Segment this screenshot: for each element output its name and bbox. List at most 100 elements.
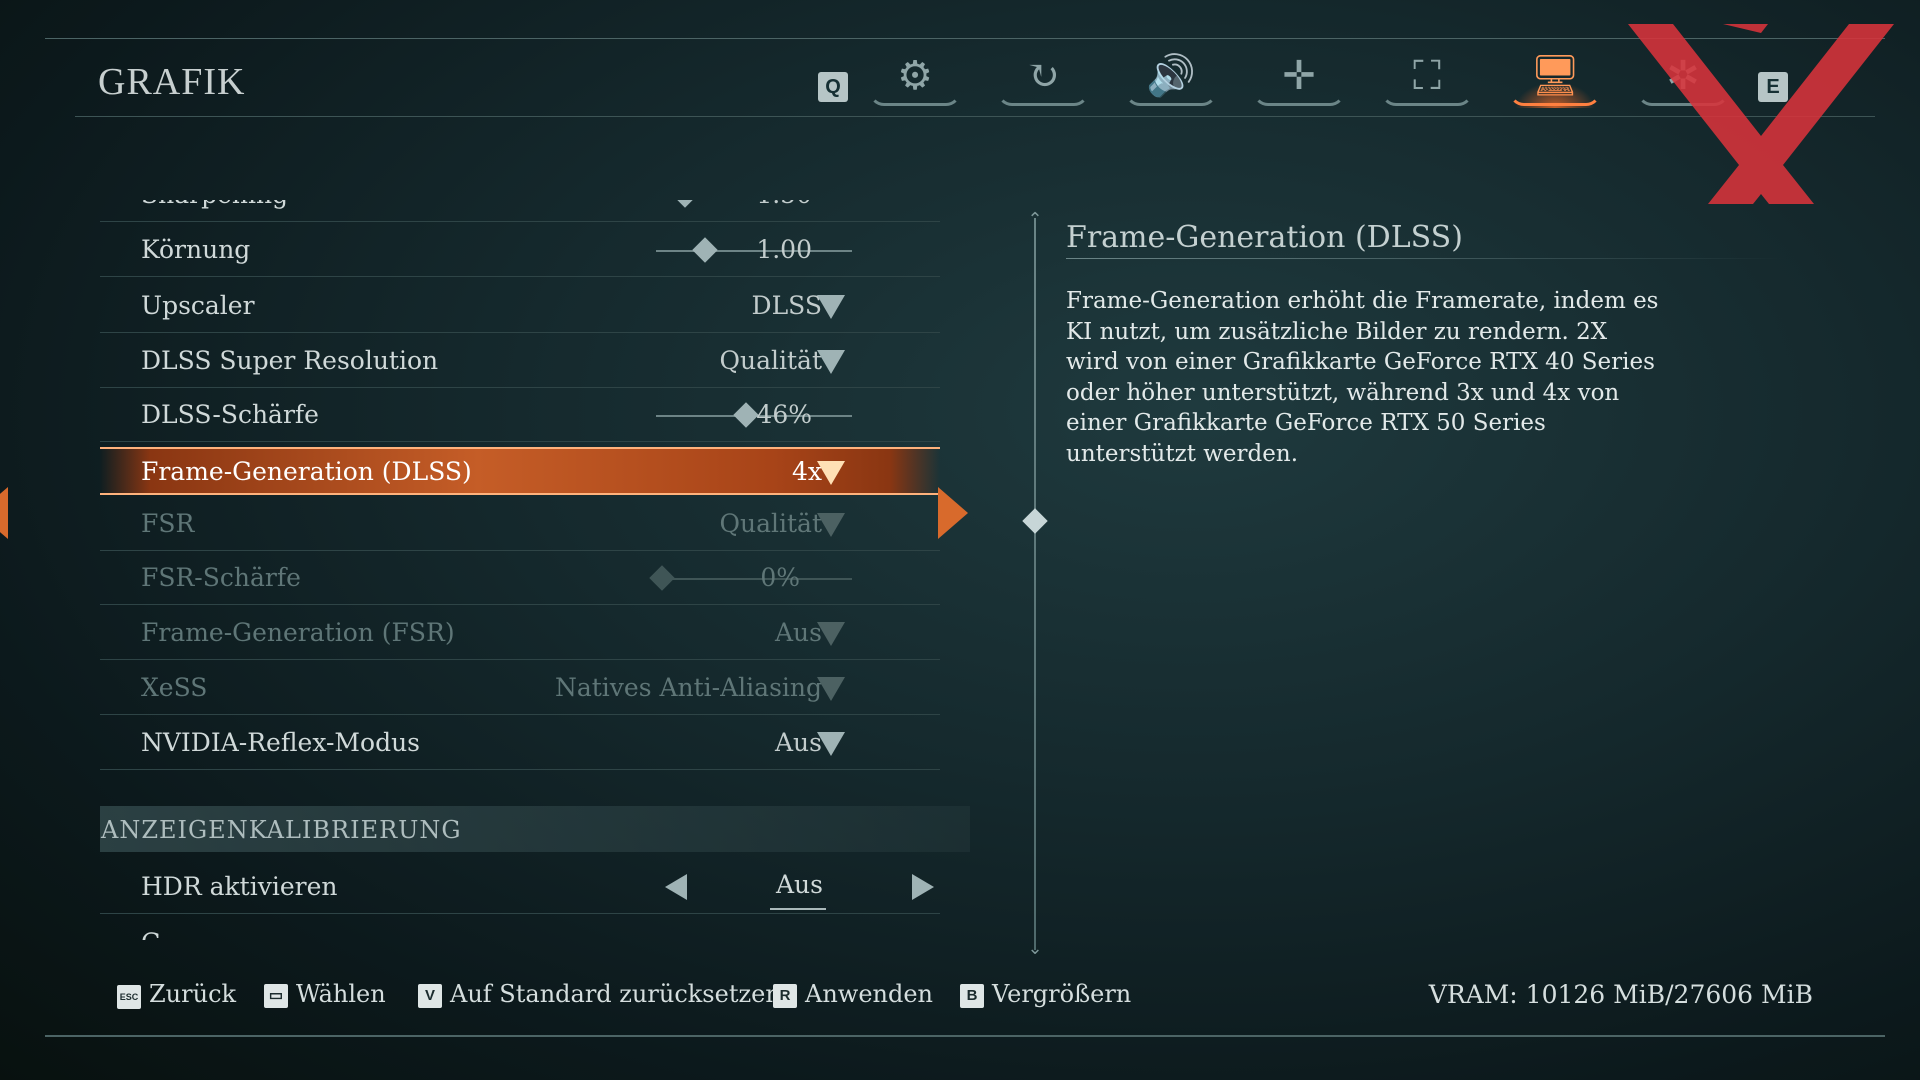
footer-bar: ESC Zurück ▭ Wählen V Auf Standard zurückse… — [0, 980, 1920, 1020]
setting-label: NVIDIA-Reflex-Modus — [141, 728, 421, 757]
setting-row-upscaler[interactable]: Upscaler DLSS — [100, 279, 940, 333]
gear-icon: ⚙ — [897, 53, 933, 99]
setting-label: Sharpening — [141, 200, 288, 209]
tab-audio[interactable]: 🔊 — [1121, 50, 1221, 108]
setting-value: DLSS — [751, 291, 822, 320]
setting-label: DLSS Super Resolution — [141, 346, 439, 375]
setting-label: FSR — [141, 509, 195, 538]
zoom-button[interactable]: B Vergrößern — [960, 980, 1131, 1008]
setting-value: Aus — [776, 870, 823, 899]
setting-value: 1.00 — [756, 235, 812, 264]
v-key-icon: V — [418, 984, 442, 1008]
watermark-logo — [1628, 24, 1894, 204]
tab-prev-key-hint[interactable]: Q — [818, 72, 848, 102]
setting-row-sharpening[interactable]: Sharpening 1.50 — [100, 200, 940, 222]
tab-gameplay[interactable]: ↻ — [993, 50, 1093, 108]
setting-label: XeSS — [141, 673, 208, 702]
dlss-schaerfe-slider[interactable] — [656, 402, 852, 428]
setting-value: 1.50 — [756, 200, 812, 209]
speaker-icon: 🔊 — [1146, 53, 1196, 99]
option-indicator — [770, 908, 826, 910]
settings-list: Sharpening 1.50 Körnung 1.00 Upscaler DL… — [100, 200, 970, 940]
setting-row-koernung[interactable]: Körnung 1.00 — [100, 223, 940, 277]
section-header-anzeigenkalibrierung: ANZEIGENKALIBRIERUNG — [100, 806, 970, 852]
setting-row-hdr[interactable]: HDR aktivieren Aus — [100, 860, 940, 914]
dropdown-arrow-icon[interactable] — [817, 350, 845, 374]
move-cross-icon: ✛ — [1282, 53, 1316, 99]
setting-row-fsr: FSR Qualität — [100, 497, 940, 551]
setting-value: 46% — [756, 400, 812, 429]
r-key-icon: R — [773, 984, 797, 1008]
dropdown-arrow-icon[interactable] — [817, 461, 845, 485]
description-divider — [1066, 258, 1786, 259]
diamond-ornament-icon — [1022, 508, 1048, 534]
setting-value: Aus — [775, 618, 822, 647]
vram-readout: VRAM: 10126 MiB/27606 MiB — [1428, 980, 1813, 1009]
setting-label: DLSS-Schärfe — [141, 400, 319, 429]
setting-label: Körnung — [141, 235, 251, 264]
setting-value: Qualität — [719, 509, 823, 538]
esc-key-icon: ESC — [117, 985, 141, 1009]
setting-value: Natives Anti-Aliasing — [554, 673, 822, 702]
setting-row-frame-generation-fsr: Frame-Generation (FSR) Aus — [100, 606, 940, 660]
zoom-label: Vergrößern — [992, 980, 1132, 1008]
back-label: Zurück — [149, 980, 237, 1008]
slider-handle — [649, 565, 675, 591]
koernung-slider[interactable] — [656, 237, 852, 263]
section-title: ANZEIGENKALIBRIERUNG — [101, 816, 462, 844]
reset-defaults-button[interactable]: V Auf Standard zurücksetzen — [418, 980, 781, 1008]
setting-value: 0% — [760, 563, 800, 592]
dropdown-arrow-icon — [817, 622, 845, 646]
dropdown-arrow-icon[interactable] — [817, 732, 845, 756]
swirl-icon: ↻ — [1026, 53, 1060, 99]
tab-controller[interactable]: ⛶ — [1377, 50, 1477, 108]
b-key-icon: B — [960, 984, 984, 1008]
enter-key-icon: ▭ — [264, 984, 288, 1008]
arrow-left-icon[interactable] — [665, 874, 687, 900]
panel-divider — [1034, 218, 1036, 950]
setting-row-partial[interactable]: G — [100, 916, 940, 940]
dropdown-arrow-icon — [817, 677, 845, 701]
slider-handle[interactable] — [733, 402, 759, 428]
monitor-icon: 🖥 — [1529, 53, 1581, 99]
setting-label: Upscaler — [141, 291, 255, 320]
select-button[interactable]: ▭ Wählen — [264, 980, 386, 1008]
fsr-schaerfe-slider — [649, 565, 852, 591]
slider-handle[interactable] — [692, 237, 718, 263]
setting-row-nvidia-reflex[interactable]: NVIDIA-Reflex-Modus Aus — [100, 716, 940, 770]
chevron-up-icon: ⌃ — [1027, 209, 1043, 230]
selection-tip-left — [0, 487, 8, 539]
apply-button[interactable]: R Anwenden — [773, 980, 933, 1008]
setting-row-frame-generation-dlss[interactable]: Frame-Generation (DLSS) 4x — [100, 447, 940, 495]
chevron-down-icon: ⌄ — [1027, 938, 1043, 959]
selection-tip-right — [938, 487, 968, 539]
apply-label: Anwenden — [805, 980, 934, 1008]
bottom-frame-line — [45, 1035, 1885, 1037]
setting-value: Aus — [775, 728, 822, 757]
setting-label: Frame-Generation (FSR) — [141, 618, 455, 647]
description-body: Frame-Generation erhöht die Framerate, i… — [1066, 288, 1659, 467]
setting-row-dlss-schaerfe[interactable]: DLSS-Schärfe 46% — [100, 388, 940, 442]
joystick-icon: ⛶ — [1413, 53, 1441, 99]
back-button[interactable]: ESC Zurück — [117, 980, 236, 1009]
slider-handle[interactable] — [672, 200, 699, 208]
setting-label: FSR-Schärfe — [141, 563, 301, 592]
page-title: GRAFIK — [98, 61, 246, 103]
setting-label: HDR aktivieren — [141, 872, 338, 901]
reset-label: Auf Standard zurücksetzen — [450, 980, 781, 1008]
select-label: Wählen — [296, 980, 386, 1008]
setting-label: G — [141, 928, 161, 940]
dropdown-arrow-icon[interactable] — [817, 295, 845, 319]
tab-graphics[interactable]: 🖥 — [1505, 50, 1605, 108]
dropdown-arrow-icon — [817, 513, 845, 537]
arrow-right-icon[interactable] — [912, 874, 934, 900]
header-divider — [75, 116, 1875, 117]
setting-row-fsr-schaerfe: FSR-Schärfe 0% — [100, 551, 940, 605]
top-frame-line — [45, 38, 1885, 39]
setting-value: Qualität — [719, 346, 823, 375]
setting-row-dlss-super-resolution[interactable]: DLSS Super Resolution Qualität — [100, 334, 940, 388]
setting-row-xess: XeSS Natives Anti-Aliasing — [100, 661, 940, 715]
tab-controls[interactable]: ✛ — [1249, 50, 1349, 108]
setting-label: Frame-Generation (DLSS) — [141, 457, 472, 486]
tab-general[interactable]: ⚙ — [865, 50, 965, 108]
